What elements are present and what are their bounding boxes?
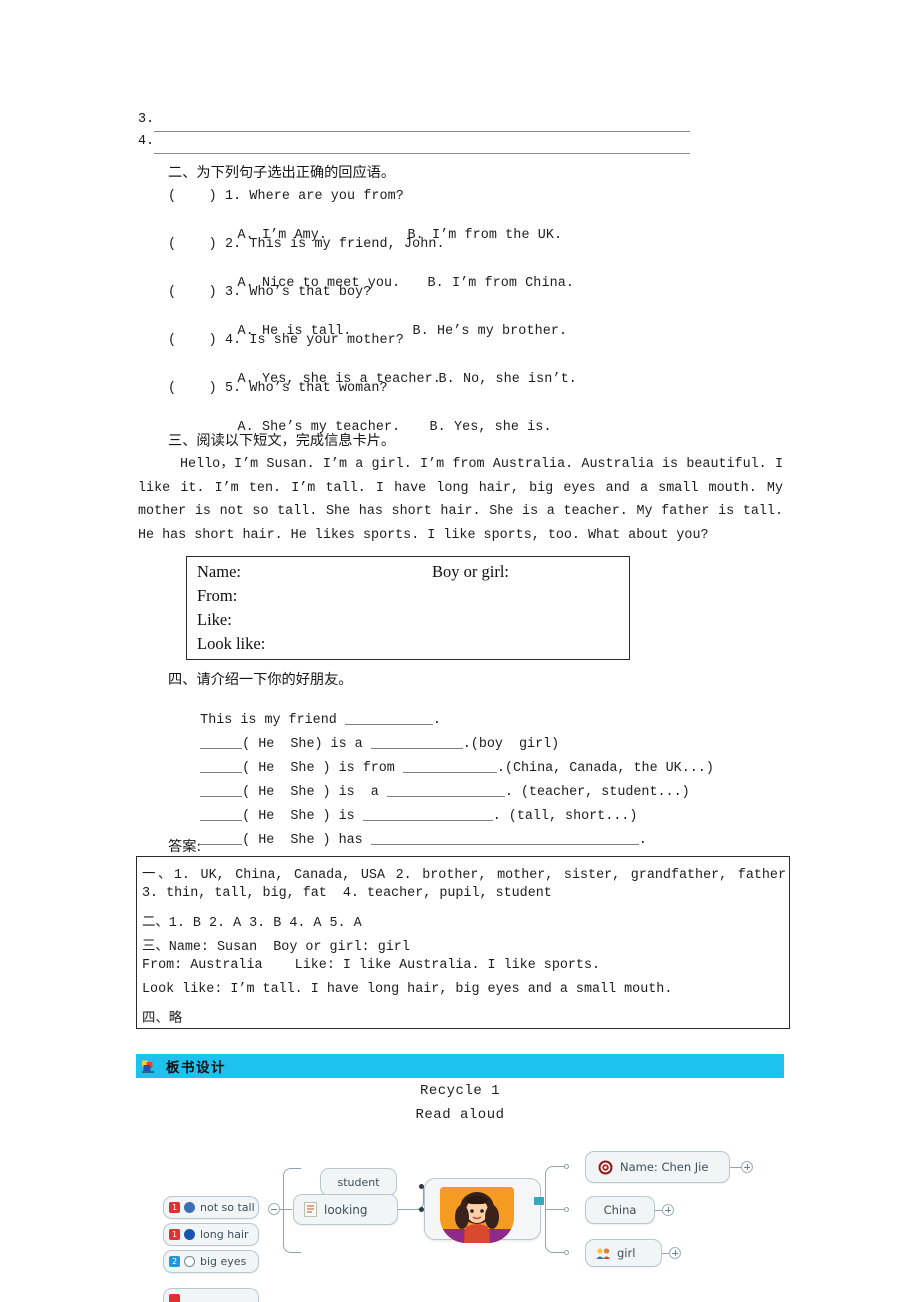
info-card-from-label: From: [197, 586, 238, 605]
section-four-heading: 四、请介绍一下你的好朋友。 [168, 672, 353, 688]
mindmap-badge: 1 [169, 1202, 180, 1213]
answer-line-5: From: Australia Like: I like Australia. … [142, 958, 601, 973]
mindmap-connector [545, 1166, 567, 1210]
info-card-like-label: Like: [197, 610, 232, 629]
pronoun-blank[interactable] [200, 831, 243, 845]
mindmap-expand-toggle[interactable] [662, 1204, 674, 1216]
mindmap-expand-toggle[interactable] [741, 1161, 753, 1173]
mindmap-badge [169, 1294, 180, 1302]
mindmap-node-big-eyes[interactable]: 2 big eyes [163, 1250, 259, 1273]
answers-box: 一、1. UK, China, Canada, USA 2. brother, … [136, 856, 790, 1029]
fill-line-rule [154, 131, 690, 132]
mindmap-node-girl[interactable]: girl [585, 1239, 662, 1267]
answer-line-3: 二、1. B 2. A 3. B 4. A 5. A [142, 916, 362, 931]
mindmap-badge: 1 [169, 1229, 180, 1240]
question-stem-2: ( ) 2. This is my friend, John. [168, 237, 445, 252]
info-card-boyorgirl-label: Boy or girl: [432, 562, 509, 581]
section-three-heading: 三、阅读以下短文，完成信息卡片。 [168, 433, 396, 449]
worksheet-page: 3. 4. 二、为下列句子选出正确的回应语。 ( ) 1. Where are … [0, 0, 920, 1302]
mindmap-node-china[interactable]: China [585, 1196, 655, 1224]
question-stem-3: ( ) 3. Who’s that boy? [168, 285, 372, 300]
girl-photo-icon [440, 1187, 514, 1243]
mindmap-connector [545, 1209, 567, 1253]
notes-icon [304, 1202, 317, 1217]
board-main-title: Recycle 1 [419, 1083, 501, 1099]
answer-blank[interactable] [370, 831, 639, 845]
board-design-icon [141, 1059, 156, 1074]
mindmap-center-node[interactable] [424, 1178, 544, 1243]
fill-line-number: 4. [138, 134, 155, 149]
option-b-5[interactable]: B. Yes, she is. [430, 420, 552, 435]
option-b-3[interactable]: B. He’s my brother. [413, 324, 568, 339]
answer-line-2: 3. thin, tall, big, fat 4. teacher, pupi… [142, 886, 552, 901]
mindmap-node-not-so-tall[interactable]: 1 not so tall [163, 1196, 259, 1219]
answers-label: 答案: [168, 839, 202, 855]
board-subtitle: Read aloud [415, 1107, 505, 1123]
mindmap-expand-toggle[interactable] [669, 1247, 681, 1259]
question-stem-1: ( ) 1. Where are you from? [168, 189, 404, 204]
mindmap-node-long-hair[interactable]: 1 long hair [163, 1223, 259, 1246]
mindmap-node-label: looking [324, 1202, 368, 1217]
mindmap-node-label: big eyes [200, 1255, 247, 1268]
empty-circle-icon [184, 1256, 195, 1267]
info-card: Name: Boy or girl: From: Like: Look like… [186, 556, 630, 660]
option-b-4[interactable]: B. No, she isn’t. [439, 372, 577, 387]
board-design-title: 板书设计 [166, 1060, 226, 1076]
question-stem-5: ( ) 5. Who’s that woman? [168, 381, 388, 396]
fill-line-rule [154, 153, 690, 154]
mindmap-node-student[interactable]: student [320, 1168, 397, 1196]
pronoun-choices: ( He She ) has [242, 833, 371, 848]
reading-passage: Hello，I’m Susan. I’m a girl. I’m from Au… [138, 457, 783, 543]
check-circle-icon [184, 1229, 195, 1240]
pie-icon [184, 1202, 195, 1213]
mindmap-collapse-toggle[interactable] [268, 1203, 280, 1215]
mindmap-node-name-chen-jie[interactable]: Name: Chen Jie [585, 1151, 730, 1183]
line-tail: . [638, 833, 647, 848]
board-design-banner: 板书设计 [136, 1054, 784, 1078]
mindmap-dot [564, 1207, 569, 1212]
decoration-tab [534, 1197, 544, 1205]
mindmap-dot [564, 1164, 569, 1169]
mindmap-node-label: girl [617, 1246, 636, 1260]
option-b-2[interactable]: B. I’m from China. [428, 276, 574, 291]
fill-line-row-4: 4. [138, 134, 690, 156]
answer-line-4: 三、Name: Susan Boy or girl: girl [142, 940, 410, 955]
answer-line-7: 四、略 [142, 1012, 183, 1027]
fill-line-row-3: 3. [138, 112, 690, 134]
mindmap-dot [564, 1250, 569, 1255]
answer-line-1: 一、1. UK, China, Canada, USA 2. brother, … [142, 868, 786, 883]
target-icon [598, 1160, 613, 1175]
mindmap: student 1 not so tall 1 long hair 2 big … [0, 1140, 920, 1302]
section-two-heading: 二、为下列句子选出正确的回应语。 [168, 165, 396, 181]
info-card-looklike-label: Look like: [197, 634, 266, 653]
mindmap-node-label: long hair [200, 1228, 249, 1241]
people-icon [596, 1247, 611, 1260]
mindmap-node-label: not so tall [200, 1201, 255, 1214]
info-card-name-label: Name: [197, 562, 241, 581]
mindmap-node-label: Name: Chen Jie [620, 1160, 709, 1174]
mindmap-node-cutoff[interactable] [163, 1288, 259, 1302]
mindmap-node-label: China [603, 1203, 637, 1217]
answer-line-6: Look like: I’m tall. I have long hair, b… [142, 982, 673, 997]
fill-line-number: 3. [138, 112, 155, 127]
mindmap-badge: 2 [169, 1256, 180, 1267]
mindmap-node-looking[interactable]: looking [293, 1194, 398, 1225]
question-stem-4: ( ) 4. Is she your mother? [168, 333, 404, 348]
mindmap-connector [728, 1167, 742, 1168]
mindmap-node-label: student [337, 1175, 380, 1189]
